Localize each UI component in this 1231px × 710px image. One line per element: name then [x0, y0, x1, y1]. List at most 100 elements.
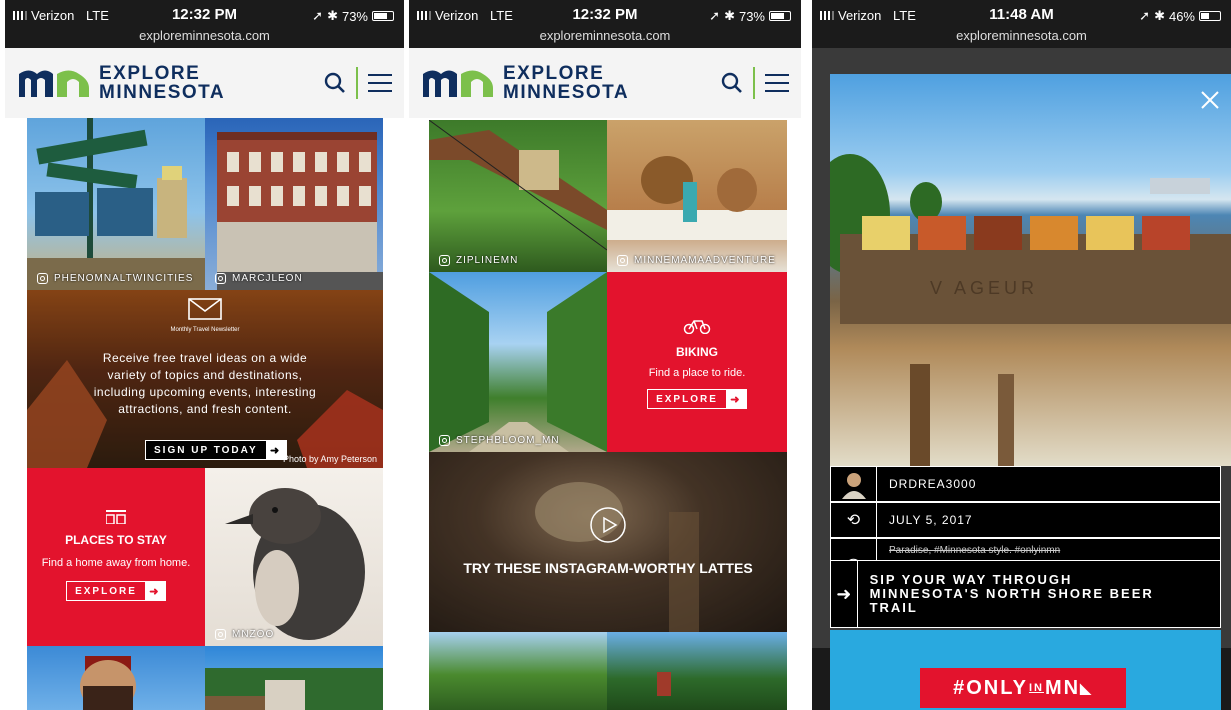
biking-card[interactable]: BIKING Find a place to ride. EXPLORE ➜	[607, 272, 787, 452]
tree-lined-path-photo[interactable]: STEPHBLOOM_MN	[429, 272, 607, 452]
instagram-tag[interactable]: MNZOO	[215, 629, 274, 640]
bluetooth-icon: ✱	[724, 8, 735, 23]
instagram-icon	[617, 255, 628, 266]
brand-logo[interactable]: EXPLORE MINNESOTA	[421, 64, 629, 102]
brand-logo[interactable]: EXPLORE MINNESOTA	[17, 64, 225, 102]
mn-logo-icon	[423, 70, 493, 97]
brand-line-2: MINNESOTA	[503, 82, 630, 103]
banner-mid: IN	[1028, 682, 1044, 694]
search-icon[interactable]	[721, 72, 743, 94]
latte-video[interactable]: TRY THESE INSTAGRAM-WORTHY LATTES	[429, 452, 787, 632]
sign-up-label: SIGN UP TODAY	[154, 444, 258, 456]
close-icon[interactable]	[1200, 90, 1220, 110]
park-photo[interactable]	[429, 632, 607, 710]
penguin-image	[225, 488, 365, 640]
url-bar[interactable]: exploreminnesota.com	[812, 28, 1231, 43]
newsletter-text: Receive free travel ideas on a wide vari…	[93, 351, 317, 416]
mn-state-icon: ◣	[1080, 679, 1093, 696]
building-image	[217, 132, 383, 290]
header-divider	[753, 67, 755, 99]
waterfall-photo[interactable]	[205, 646, 383, 710]
battery-icon	[372, 11, 394, 21]
location-icon: ➚	[1139, 8, 1151, 23]
brand-line-1: EXPLORE	[503, 63, 605, 84]
battery-percent: 46%	[1168, 8, 1195, 24]
phone-screen-3: Verizon LTE 11:48 AM exploreminnesota.co…	[812, 0, 1231, 710]
instagram-icon	[439, 435, 450, 446]
url-bar[interactable]: exploreminnesota.com	[5, 28, 404, 43]
user-avatar-icon	[841, 473, 866, 499]
caption-text: Paradise, #Minnesota style. #onlyinmn	[889, 545, 1061, 556]
instagram-icon	[439, 255, 450, 266]
places-text: Find a home away from home.	[41, 557, 191, 569]
menu-icon[interactable]	[765, 72, 789, 94]
brick-building-photo[interactable]: MARCJLEON	[205, 118, 383, 290]
signpost-image	[27, 118, 205, 290]
lumberjack-photo[interactable]	[27, 646, 205, 710]
instagram-tag[interactable]: ZIPLINEMN	[439, 255, 518, 266]
beer-flight-image	[830, 154, 1231, 466]
status-right: ➚ ✱ 73%	[312, 8, 394, 24]
forest-image	[657, 672, 671, 696]
instagram-tag[interactable]: PHENOMNALTWINCITIES	[37, 273, 193, 284]
explore-button[interactable]: EXPLORE ➜	[66, 581, 166, 601]
zipline-image	[429, 120, 607, 251]
arrow-right-icon: ➜	[831, 561, 858, 627]
explore-label: EXPLORE	[656, 393, 718, 405]
places-to-stay-card[interactable]: PLACES TO STAY Find a home away from hom…	[27, 468, 205, 646]
instagram-tag[interactable]: MARCJLEON	[215, 273, 303, 284]
search-icon[interactable]	[324, 72, 346, 94]
beer-flight-photo: V AGEUR	[830, 74, 1231, 466]
site-header: EXPLORE MINNESOTA	[409, 48, 801, 118]
explore-label: EXPLORE	[75, 585, 137, 597]
instagram-tag[interactable]: MINNEMAMAADVENTURE	[617, 255, 776, 266]
status-right: ➚ ✱ 46%	[1139, 8, 1221, 24]
brand-line-1: EXPLORE	[99, 63, 201, 84]
trees-image	[429, 272, 607, 452]
menu-icon[interactable]	[368, 72, 392, 94]
biking-text: Find a place to ride.	[648, 367, 746, 379]
arrow-right-icon: ➜	[144, 582, 165, 600]
tag-handle: PHENOMNALTWINCITIES	[54, 273, 194, 284]
battery-icon	[1199, 11, 1221, 21]
bed-icon	[105, 510, 126, 525]
post-date: JULY 5, 2017	[889, 513, 973, 527]
banner-suffix: MN	[1044, 676, 1081, 699]
tag-handle: MNZOO	[232, 629, 275, 640]
article-link-row[interactable]: ➜ SIP YOUR WAY THROUGH MINNESOTA'S NORTH…	[830, 560, 1221, 628]
instagram-icon	[37, 273, 48, 284]
crate-lettering: V AGEUR	[930, 278, 1039, 298]
battery-icon	[769, 11, 791, 21]
location-icon: ➚	[709, 8, 721, 23]
status-bar: Verizon LTE 12:32 PM exploreminnesota.co…	[409, 0, 801, 48]
brand-line-2: MINNESOTA	[99, 82, 226, 103]
explore-button[interactable]: EXPLORE ➜	[647, 389, 747, 409]
status-bar: Verizon LTE 11:48 AM exploreminnesota.co…	[812, 0, 1231, 48]
sign-up-button[interactable]: SIGN UP TODAY ➜	[145, 440, 287, 460]
bicycle-icon	[683, 320, 711, 335]
avatar	[831, 467, 877, 501]
phone-screen-2: Verizon LTE 12:32 PM exploreminnesota.co…	[409, 0, 801, 710]
penguin-photo[interactable]: MNZOO	[205, 468, 383, 646]
tag-handle: MARCJLEON	[232, 273, 303, 284]
arrow-right-icon: ➜	[725, 390, 746, 408]
zipline-photo[interactable]: ZIPLINEMN	[429, 120, 607, 272]
site-header: EXPLORE MINNESOTA	[5, 48, 404, 118]
tag-handle: MINNEMAMAADVENTURE	[634, 255, 776, 266]
banner-prefix: #ONLY	[953, 676, 1028, 699]
battery-percent: 73%	[341, 8, 368, 24]
location-icon: ➚	[312, 8, 324, 23]
play-icon[interactable]	[589, 506, 627, 544]
only-in-mn-banner[interactable]: #ONLY IN MN ◣	[830, 630, 1221, 710]
video-title: TRY THESE INSTAGRAM-WORTHY LATTES	[463, 560, 753, 576]
user-row[interactable]: DRDREA3000	[830, 466, 1221, 502]
grand-rounds-photo[interactable]: PHENOMNALTWINCITIES	[27, 118, 205, 290]
forest-photo[interactable]	[607, 632, 787, 710]
url-bar[interactable]: exploreminnesota.com	[409, 28, 801, 43]
carousel-photo[interactable]: MINNEMAMAADVENTURE	[607, 120, 787, 272]
instagram-tag[interactable]: STEPHBLOOM_MN	[439, 435, 560, 446]
battery-percent: 73%	[738, 8, 765, 24]
tag-handle: STEPHBLOOM_MN	[456, 435, 560, 446]
article-link-text: SIP YOUR WAY THROUGH MINNESOTA'S NORTH S…	[869, 572, 1154, 615]
tag-handle: ZIPLINEMN	[456, 255, 519, 266]
